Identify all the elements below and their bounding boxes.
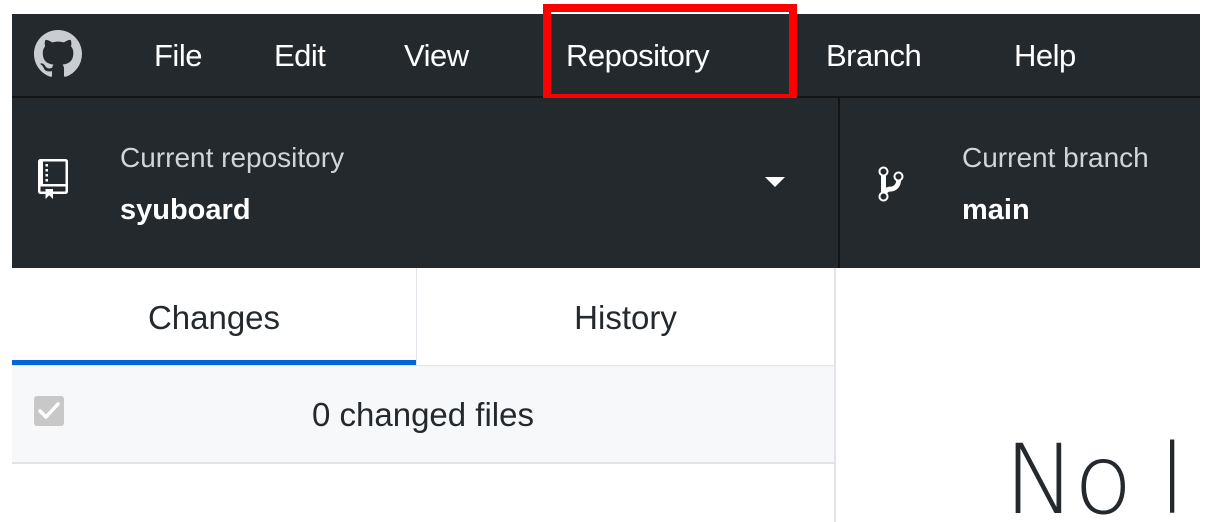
tab-changes[interactable]: Changes [12, 268, 416, 366]
menu-repository[interactable]: Repository [566, 14, 710, 98]
blankslate-title: No l [1004, 424, 1186, 522]
menu-branch[interactable]: Branch [826, 14, 922, 98]
menu-edit[interactable]: Edit [274, 14, 326, 98]
changes-list-header: 0 changed files [12, 366, 834, 464]
menu-file[interactable]: File [154, 14, 202, 98]
toolbar: Current repository syuboard Current bran… [12, 98, 1200, 268]
github-octocat-icon [34, 30, 82, 77]
chevron-down-icon [765, 177, 785, 187]
current-branch-value: main [962, 194, 1030, 226]
menu-help[interactable]: Help [1014, 14, 1076, 98]
changed-files-count: 0 changed files [312, 396, 534, 433]
github-desktop-window: File Edit View Repository Branch Help Cu… [0, 0, 1206, 522]
current-branch-label: Current branch [962, 142, 1149, 173]
sidebar-tabs: Changes History [12, 268, 834, 366]
tab-history[interactable]: History [417, 268, 834, 366]
panel-divider [834, 268, 836, 522]
current-repository-button[interactable]: Current repository syuboard [12, 98, 838, 268]
git-branch-icon [878, 166, 904, 202]
menu-view[interactable]: View [404, 14, 469, 98]
select-all-checkbox[interactable] [34, 396, 64, 426]
selected-tab-indicator [12, 360, 416, 365]
menu-bar: File Edit View Repository Branch Help [12, 14, 1200, 98]
current-repository-label: Current repository [120, 142, 345, 173]
checkmark-icon [38, 402, 60, 419]
repo-icon [38, 159, 68, 199]
current-repository-value: syuboard [120, 194, 251, 226]
